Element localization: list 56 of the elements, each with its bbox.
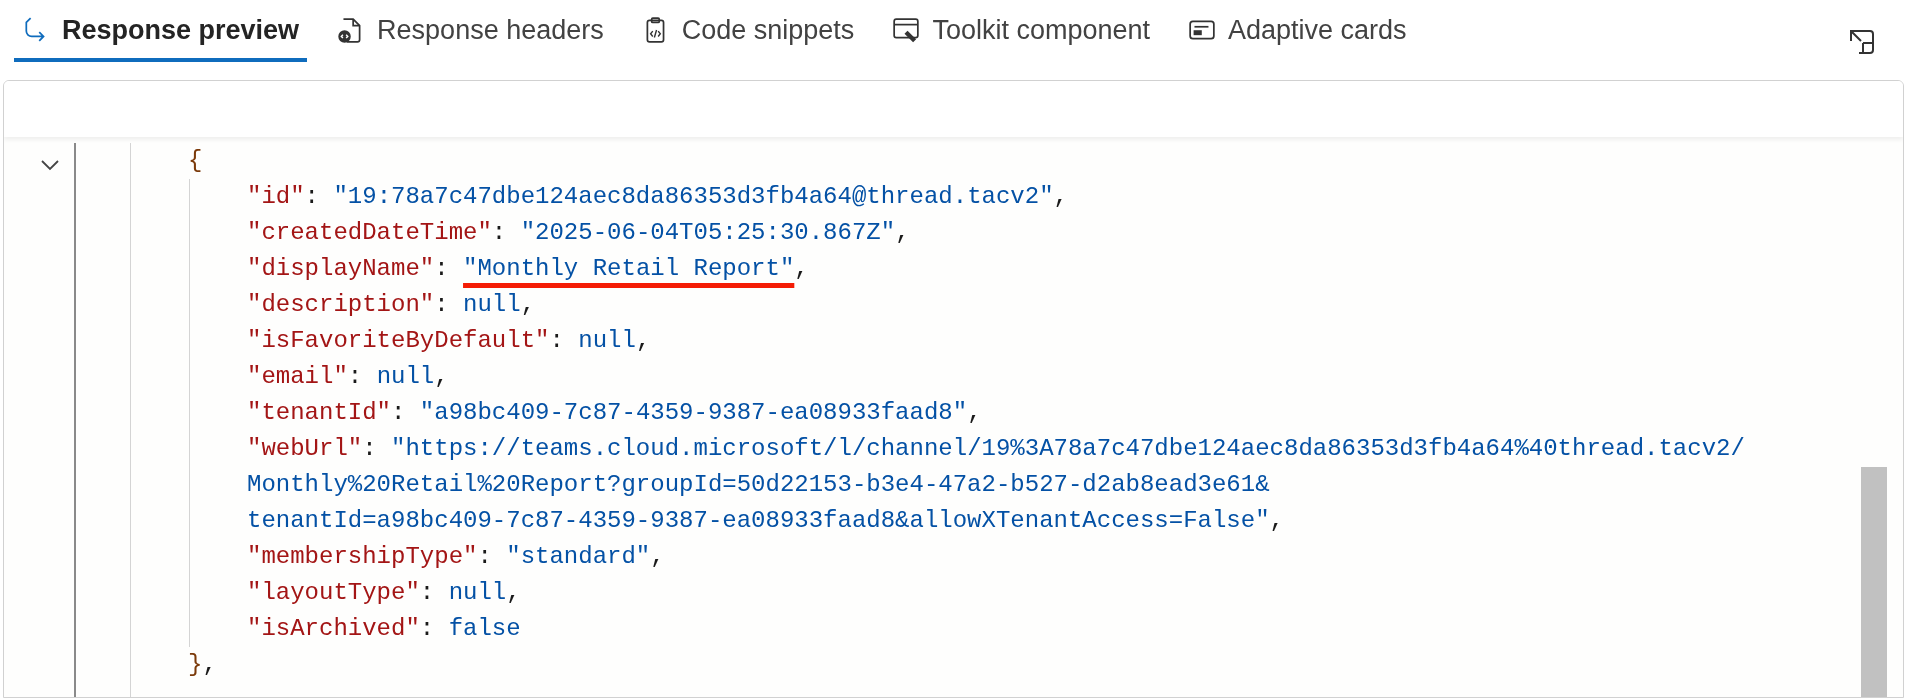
comma: , bbox=[1053, 183, 1068, 210]
json-key: "email" bbox=[247, 363, 348, 390]
json-value: null bbox=[448, 579, 507, 606]
tab[interactable]: Toolkit component bbox=[884, 0, 1158, 62]
scrollbar-thumb[interactable] bbox=[1861, 467, 1887, 697]
json-key: "tenantId" bbox=[247, 399, 392, 426]
expand-icon bbox=[1848, 28, 1876, 56]
json-value: "standard" bbox=[506, 543, 651, 570]
json-key: "createdDateTime" bbox=[247, 219, 492, 246]
json-key: "membershipType" bbox=[247, 543, 478, 570]
tab[interactable]: Response preview bbox=[14, 0, 308, 62]
comma: , bbox=[202, 651, 217, 678]
comma: , bbox=[520, 291, 536, 318]
json-key: "id" bbox=[247, 183, 305, 210]
colon: : bbox=[419, 579, 436, 606]
json-value: "19:78a7c47dbe124aec8da86353d3fb4a64@thread.tacv2" bbox=[333, 183, 1054, 210]
json-value: null bbox=[463, 291, 521, 318]
colon: : bbox=[434, 291, 450, 318]
json-key: "isArchived" bbox=[247, 615, 420, 642]
json-value: null bbox=[578, 327, 636, 354]
comma: , bbox=[967, 399, 982, 426]
window-wrench-icon bbox=[892, 16, 921, 44]
json-value: tenantId=a98bc409-7c87-4359-9387-ea08933faad8&allowXTenantAccess=False" bbox=[247, 507, 1270, 534]
json-key: "description" bbox=[247, 291, 435, 318]
comma: , bbox=[1269, 507, 1284, 534]
json-value: null bbox=[376, 363, 435, 390]
brace: } bbox=[188, 651, 203, 678]
json-value: "Monthly Retail Report" bbox=[463, 255, 795, 282]
colon: : bbox=[304, 183, 320, 210]
comma: , bbox=[506, 579, 521, 606]
comma: , bbox=[650, 543, 665, 570]
json-value: "https://teams.cloud.microsoft/l/channel/19%3A78a7c47dbe124aec8da86353d3fb4a64%40thread.tacv2/ bbox=[391, 435, 1745, 462]
json-value: false bbox=[448, 615, 521, 642]
colon: : bbox=[419, 615, 436, 642]
json-value: "a98bc409-7c87-4359-9387-ea08933faad8" bbox=[419, 399, 968, 426]
tab[interactable]: Adaptive cards bbox=[1180, 0, 1415, 62]
colon: : bbox=[434, 255, 450, 282]
comma: , bbox=[434, 363, 449, 390]
tab[interactable]: Code snippets bbox=[633, 0, 863, 62]
colon: : bbox=[347, 363, 364, 390]
colon: : bbox=[391, 399, 407, 426]
colon: : bbox=[362, 435, 378, 462]
json-value: Monthly%20Retail%20Report?groupId=50d22153-b3e4-47a2-b527-d2ab8ead3e61& bbox=[247, 471, 1270, 498]
comma: , bbox=[895, 219, 910, 246]
colon: : bbox=[491, 219, 508, 246]
tab[interactable]: Response headers bbox=[329, 0, 612, 62]
comma: , bbox=[794, 255, 809, 282]
json-value: "2025-06-04T05:25:30.867Z" bbox=[520, 219, 896, 246]
brace: { bbox=[188, 147, 203, 174]
json-key: "webUrl" bbox=[247, 435, 363, 462]
colon: : bbox=[549, 327, 565, 354]
json-key: "layoutType" bbox=[247, 579, 420, 606]
colon: : bbox=[477, 543, 493, 570]
comma: , bbox=[635, 327, 651, 354]
json-key: "displayName" bbox=[247, 255, 435, 282]
json-key: "isFavoriteByDefault" bbox=[247, 327, 550, 354]
